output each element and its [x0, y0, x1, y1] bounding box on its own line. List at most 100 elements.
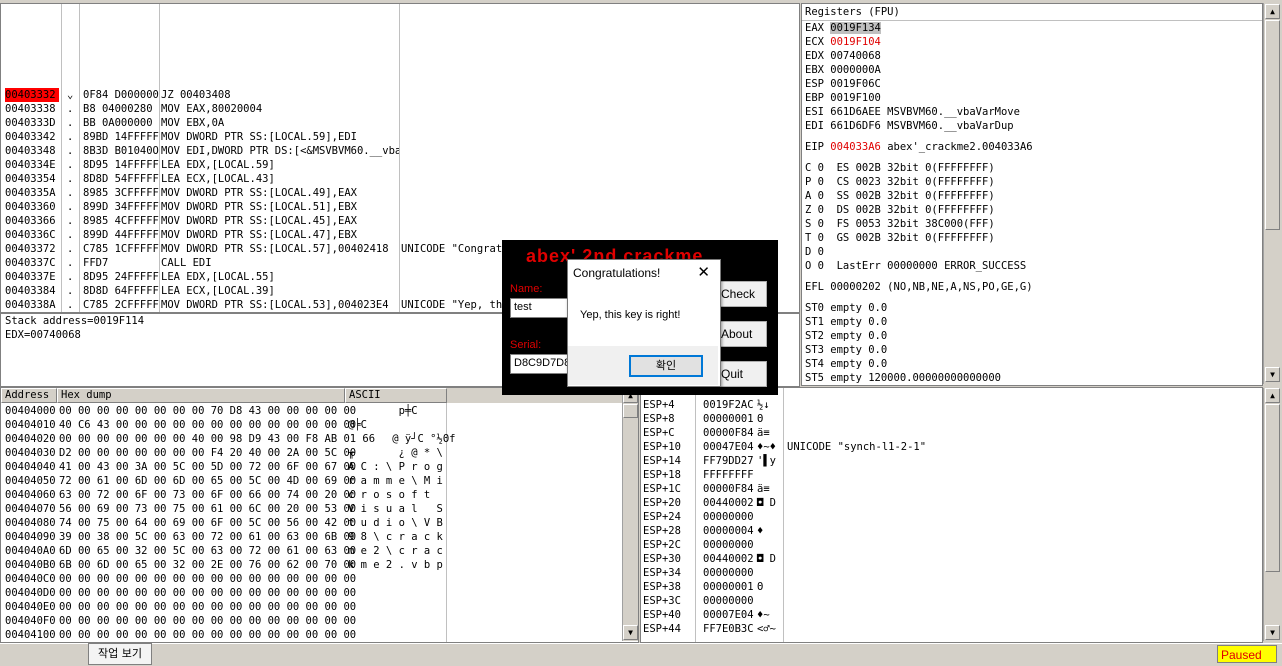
register-line[interactable]: EBX 0000000A: [805, 63, 881, 77]
disasm-row[interactable]: 0040333D. BB 0A000000 MOV EBX,0A: [1, 116, 799, 130]
check-button[interactable]: Check: [717, 281, 767, 307]
dump-scrollbar[interactable]: ▲ ▼: [622, 388, 638, 641]
stack-row[interactable]: ESP+1C 00000F84 ä≡: [641, 482, 1261, 496]
disasm-marker: .: [67, 159, 74, 171]
register-line[interactable]: S 0 FS 0053 32bit 38C000(FFF): [805, 217, 995, 231]
dump-row[interactable]: 00404010 40 C6 43 00 00 00 00 00 00 00 00…: [1, 418, 621, 432]
hex-dump-pane[interactable]: Address Hex dump ASCII 00404000 00 00 00 …: [0, 387, 639, 643]
scroll-thumb[interactable]: [1265, 20, 1280, 230]
stack-row[interactable]: ESP+8 00000001 Θ: [641, 412, 1261, 426]
stack-row[interactable]: ESP+34 00000000: [641, 566, 1261, 580]
disasm-row[interactable]: 00403360. 899D 34FFFFFF MOV DWORD PTR SS:[…: [1, 200, 799, 214]
register-line[interactable]: EIP 004033A6 abex'_crackme2.004033A6: [805, 140, 1033, 154]
scroll-down-icon[interactable]: ▼: [1265, 625, 1280, 640]
stack-value: 00440002: [703, 497, 754, 509]
stack-row[interactable]: ESP+20 00440002 ◘ D: [641, 496, 1261, 510]
scroll-down-icon[interactable]: ▼: [1265, 367, 1280, 382]
disasm-row[interactable]: 00403338. B8 04000280 MOV EAX,80020004: [1, 102, 799, 116]
register-line[interactable]: ECX 0019F104: [805, 35, 881, 49]
dump-row[interactable]: 00404070 56 00 69 00 73 00 75 00 61 00 6C…: [1, 502, 621, 516]
register-value[interactable]: 004033A6: [830, 141, 881, 153]
close-icon[interactable]: ✕: [697, 263, 710, 281]
dump-row[interactable]: 00404060 63 00 72 00 6F 00 73 00 6F 00 66…: [1, 488, 621, 502]
about-button[interactable]: About: [717, 321, 767, 347]
column-header-ascii[interactable]: ASCII: [345, 388, 447, 403]
disasm-row[interactable]: 0040334E. 8D95 14FFFFFF LEA EDX,[LOCAL.59]: [1, 158, 799, 172]
stack-row[interactable]: ESP+40 00007E04 ♦~: [641, 608, 1261, 622]
dump-row[interactable]: 004040D0 00 00 00 00 00 00 00 00 00 00 00…: [1, 586, 621, 600]
stack-pane[interactable]: ESP==>0019F1BCESP+40019F2AC½↓ESP+8000000…: [640, 387, 1263, 643]
register-line[interactable]: D 0: [805, 245, 824, 259]
dump-row[interactable]: 00404100 00 00 00 00 00 00 00 00 00 00 00…: [1, 628, 621, 642]
register-line[interactable]: EFL 00000202 (NO,NB,NE,A,NS,PO,GE,G): [805, 280, 1033, 294]
register-line[interactable]: ESI 661D6AEE MSVBVM60.__vbaVarMove: [805, 105, 1020, 119]
dump-row[interactable]: 00404030 D2 00 00 00 00 00 00 00 F4 20 40…: [1, 446, 621, 460]
register-line[interactable]: ST1 empty 0.0: [805, 315, 887, 329]
register-line[interactable]: EDI 661D6DF6 MSVBVM60.__vbaVarDup: [805, 119, 1014, 133]
scroll-up-icon[interactable]: ▲: [1265, 388, 1280, 403]
stack-row[interactable]: ESP+24 00000000: [641, 510, 1261, 524]
stack-row[interactable]: ESP+3C 00000000: [641, 594, 1261, 608]
register-line[interactable]: T 0 GS 002B 32bit 0(FFFFFFFF): [805, 231, 995, 245]
dump-row[interactable]: 004040A0 6D 00 65 00 32 00 5C 00 63 00 72…: [1, 544, 621, 558]
disasm-row[interactable]: 00403332 ⌄ 0F84 D000000C JZ 00403408: [1, 88, 799, 102]
disasm-row[interactable]: 00403342. 89BD 14FFFFFF MOV DWORD PTR SS:[…: [1, 130, 799, 144]
dump-row[interactable]: 004040B0 6B 00 6D 00 65 00 32 00 2E 00 76…: [1, 558, 621, 572]
register-value[interactable]: 0019F104: [830, 36, 881, 48]
dump-row[interactable]: 00404080 74 00 75 00 64 00 69 00 6F 00 5C…: [1, 516, 621, 530]
register-line[interactable]: O 0 LastErr 00000000 ERROR_SUCCESS: [805, 259, 1026, 273]
register-line[interactable]: ST2 empty 0.0: [805, 329, 887, 343]
register-line[interactable]: ST3 empty 0.0: [805, 343, 887, 357]
stack-row[interactable]: ESP+C 00000F84 ä≡: [641, 426, 1261, 440]
disasm-row[interactable]: 00403348. 8B3D B01040OC MOV EDI,DWORD PTR …: [1, 144, 799, 158]
dump-address: 00404080: [5, 517, 56, 529]
register-line[interactable]: ST4 empty 0.0: [805, 357, 887, 371]
register-name: EAX: [805, 22, 831, 34]
column-header-address[interactable]: Address: [1, 388, 57, 403]
registers-pane[interactable]: Registers (FPU) EAX 0019F134 ECX 0019F104…: [801, 3, 1263, 386]
register-line[interactable]: ESP 0019F06C: [805, 77, 881, 91]
dump-row[interactable]: 00404040 41 00 43 00 3A 00 5C 00 5D 00 72…: [1, 460, 621, 474]
scroll-thumb[interactable]: [1265, 404, 1280, 572]
stack-row[interactable]: ESP+44 FF7E0B3C <♂~: [641, 622, 1261, 636]
stack-row[interactable]: ESP+30 00440002 ◘ D: [641, 552, 1261, 566]
disasm-row[interactable]: 00403354. 8D8D 54FFFFFF LEA ECX,[LOCAL.43]: [1, 172, 799, 186]
quit-button[interactable]: Quit: [717, 361, 767, 387]
serial-field[interactable]: D8C9D7D8: [510, 354, 572, 374]
stack-row[interactable]: ESP+4 0019F2AC ½↓: [641, 398, 1261, 412]
register-line[interactable]: ST0 empty 0.0: [805, 301, 887, 315]
register-line[interactable]: A 0 SS 002B 32bit 0(FFFFFFFF): [805, 189, 995, 203]
dump-row[interactable]: 004040F0 00 00 00 00 00 00 00 00 00 00 00…: [1, 614, 621, 628]
stack-row[interactable]: ESP+10 00047E04 ♦~♦ UNICODE "synch-l1-2-1": [641, 440, 1261, 454]
register-line[interactable]: EBP 0019F100: [805, 91, 881, 105]
register-line[interactable]: Z 0 DS 002B 32bit 0(FFFFFFFF): [805, 203, 995, 217]
register-line[interactable]: EAX 0019F134: [805, 21, 881, 35]
stack-row[interactable]: ESP+2C 00000000: [641, 538, 1261, 552]
stack-row[interactable]: ESP+38 00000001 Θ: [641, 580, 1261, 594]
dump-row[interactable]: 004040C0 00 00 00 00 00 00 00 00 00 00 00…: [1, 572, 621, 586]
dump-row[interactable]: 004040E0 00 00 00 00 00 00 00 00 00 00 00…: [1, 600, 621, 614]
stack-scrollbar[interactable]: ▲ ▼: [1263, 388, 1281, 641]
disasm-row[interactable]: 0040335A. 8985 3CFFFFFF MOV DWORD PTR SS:[…: [1, 186, 799, 200]
stack-row[interactable]: ESP+28 00000004 ♦: [641, 524, 1261, 538]
register-line[interactable]: P 0 CS 0023 32bit 0(FFFFFFFF): [805, 175, 995, 189]
stack-row[interactable]: ESP+14 FF79DD27 '▌y: [641, 454, 1261, 468]
register-line[interactable]: ST5 empty 120000.00000000000000: [805, 371, 1001, 385]
dump-row[interactable]: 00404000 00 00 00 00 00 00 00 00 70 D8 43…: [1, 404, 621, 418]
disasm-row[interactable]: 00403366. 8985 4CFFFFFF MOV DWORD PTR SS:[…: [1, 214, 799, 228]
name-field[interactable]: test: [510, 298, 572, 318]
scroll-up-icon[interactable]: ▲: [1265, 4, 1280, 19]
register-value[interactable]: 0019F134: [830, 22, 881, 34]
congratulations-dialog[interactable]: Congratulations! ✕ Yep, this key is righ…: [567, 259, 721, 387]
dump-row[interactable]: 00404090 39 00 38 00 5C 00 63 00 72 00 61…: [1, 530, 621, 544]
ok-button[interactable]: 확인: [629, 355, 703, 377]
register-line[interactable]: C 0 ES 002B 32bit 0(FFFFFFFF): [805, 161, 995, 175]
column-header-hex[interactable]: Hex dump: [57, 388, 345, 403]
scroll-thumb[interactable]: [623, 404, 638, 418]
dump-row[interactable]: 00404020 00 00 00 00 00 00 00 40 00 98 D9…: [1, 432, 621, 446]
stack-row[interactable]: ESP+18 FFFFFFFF: [641, 468, 1261, 482]
dump-row[interactable]: 00404050 72 00 61 00 6D 00 6D 00 65 00 5C…: [1, 474, 621, 488]
scroll-down-icon[interactable]: ▼: [623, 625, 638, 640]
register-line[interactable]: EDX 00740068: [805, 49, 881, 63]
registers-scrollbar[interactable]: ▲ ▼: [1263, 3, 1281, 384]
